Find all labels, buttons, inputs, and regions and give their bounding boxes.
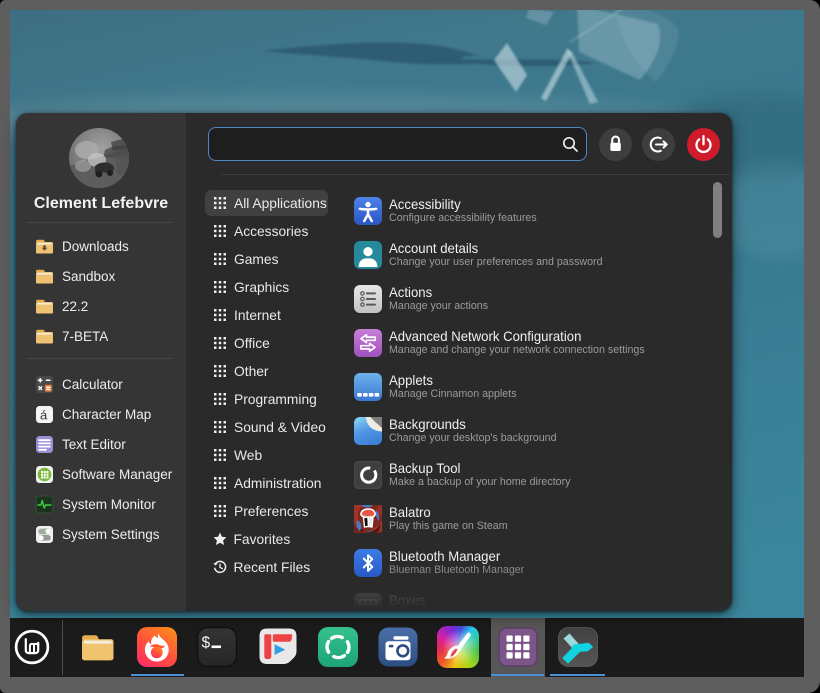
svg-text:$: $	[202, 635, 211, 652]
svg-text:á: á	[40, 407, 48, 422]
